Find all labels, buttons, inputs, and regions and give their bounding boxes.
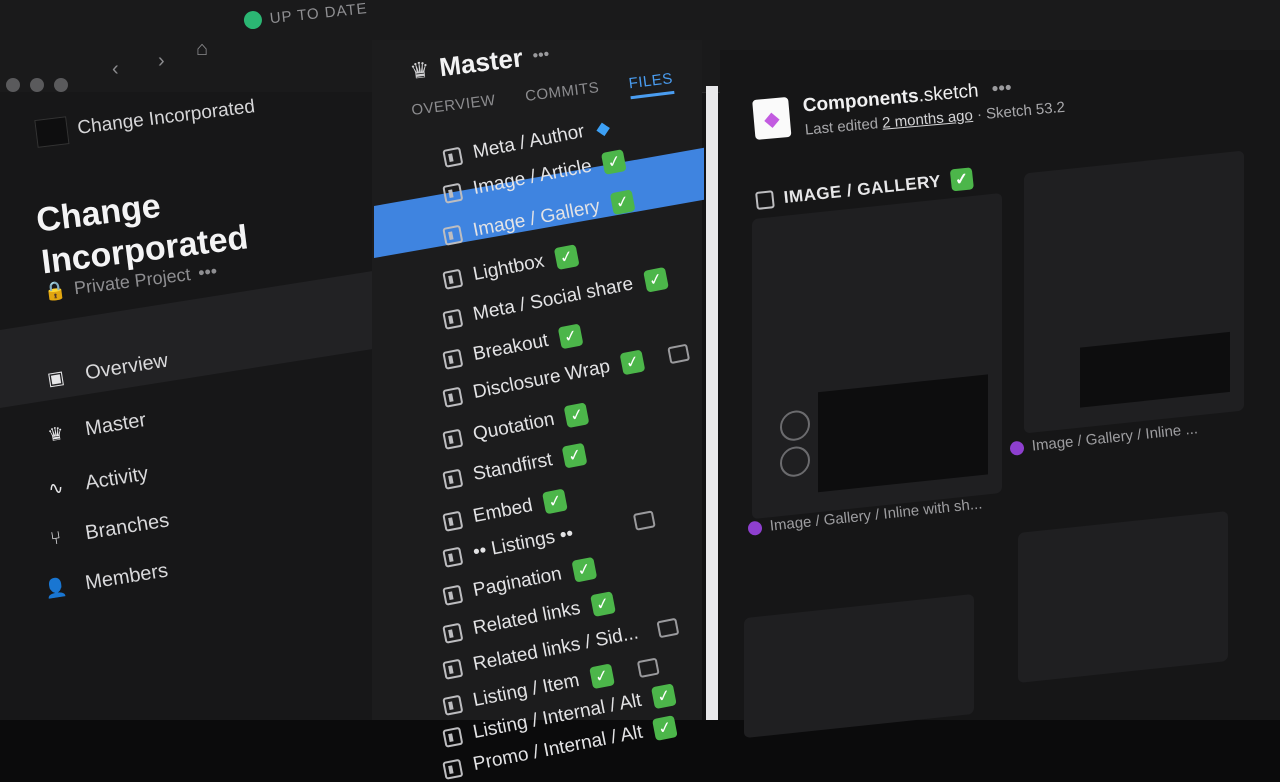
zoom-window-button[interactable] (54, 78, 68, 92)
comment-icon[interactable] (667, 343, 691, 364)
artboard-preview-card[interactable] (744, 593, 974, 739)
forward-icon[interactable]: › (158, 50, 165, 73)
artboard-icon (442, 386, 464, 408)
sketch-diamond-icon: ◆ (752, 96, 792, 140)
back-icon[interactable]: ‹ (112, 58, 119, 81)
artboard-icon (442, 546, 464, 568)
artboard-icon (442, 694, 464, 716)
checkmark-icon: ✓ (557, 323, 584, 350)
more-options-icon[interactable]: ••• (197, 261, 218, 284)
artboard-icon (442, 658, 464, 680)
preview-text-block (1080, 331, 1230, 408)
artboard-icon (442, 758, 464, 780)
crown-icon: ♛ (408, 56, 432, 84)
checkmark-icon: ✓ (564, 402, 590, 429)
checkmark-icon: ✓ (601, 149, 628, 175)
artboard-icon (442, 182, 464, 204)
checkmark-icon: ✓ (652, 715, 678, 741)
facebook-icon (780, 445, 810, 479)
checkmark-icon: ✓ (542, 488, 569, 515)
artboard-icon (442, 726, 464, 748)
check-circle-icon (243, 10, 263, 30)
twitter-icon (780, 409, 810, 443)
preview-image (1028, 542, 1218, 672)
minimize-window-button[interactable] (30, 78, 44, 92)
crown-icon: ♛ (46, 422, 66, 445)
checkmark-icon: ✓ (588, 663, 615, 690)
preview-image (764, 650, 914, 736)
sketch-symbol-icon (747, 520, 763, 536)
preview-text-block (818, 374, 988, 493)
panel-divider-scrollbar[interactable] (706, 86, 718, 720)
artboard-icon (755, 190, 775, 210)
organization-logo (34, 116, 70, 148)
sync-status: UP TO DATE (243, 0, 368, 30)
artboard-icon (442, 268, 464, 290)
artboard-icon (442, 622, 464, 644)
artboard-icon (442, 224, 464, 246)
checkmark-icon: ✓ (571, 556, 598, 583)
status-label: UP TO DATE (268, 0, 369, 27)
window-controls (6, 78, 68, 92)
more-options-icon[interactable]: ••• (991, 77, 1013, 100)
artboard-icon (442, 584, 464, 606)
artboard-icon (442, 146, 464, 168)
sketch-symbol-icon (1009, 440, 1025, 456)
artboard-icon (442, 510, 464, 532)
preview-image (792, 224, 988, 385)
user-icon: 👤 (43, 575, 69, 600)
close-window-button[interactable] (6, 78, 20, 92)
checkmark-icon: ✓ (589, 591, 616, 618)
checkmark-icon: ✓ (619, 349, 646, 376)
comment-icon[interactable] (632, 509, 656, 531)
file-name-extension: .sketch (917, 80, 980, 107)
artboard-preview-card[interactable] (1024, 150, 1244, 434)
artboard-icon (442, 468, 464, 490)
more-options-icon[interactable]: ••• (532, 45, 551, 65)
home-icon[interactable]: ⌂ (196, 38, 208, 61)
checkmark-icon: ✓ (651, 683, 677, 710)
checkmark-icon: ✓ (949, 167, 974, 192)
checkmark-icon: ✓ (642, 266, 669, 293)
document-icon: ▣ (45, 366, 66, 389)
lock-icon: 🔒 (42, 279, 68, 302)
artboard-preview-card[interactable] (1018, 510, 1228, 684)
pulse-icon: ∿ (46, 476, 65, 499)
comment-icon[interactable] (636, 657, 660, 678)
comment-icon[interactable] (656, 617, 680, 638)
checkmark-icon: ✓ (561, 442, 588, 469)
branch-icon: ⑂ (48, 526, 63, 549)
artboard-icon (442, 308, 464, 330)
checkmark-icon: ✓ (609, 189, 636, 216)
preview-image (1044, 191, 1234, 341)
artboard-icon (442, 428, 464, 450)
artboard-preview-card[interactable] (752, 192, 1002, 520)
checkmark-icon: ✓ (553, 244, 580, 271)
artboard-icon (442, 348, 464, 370)
